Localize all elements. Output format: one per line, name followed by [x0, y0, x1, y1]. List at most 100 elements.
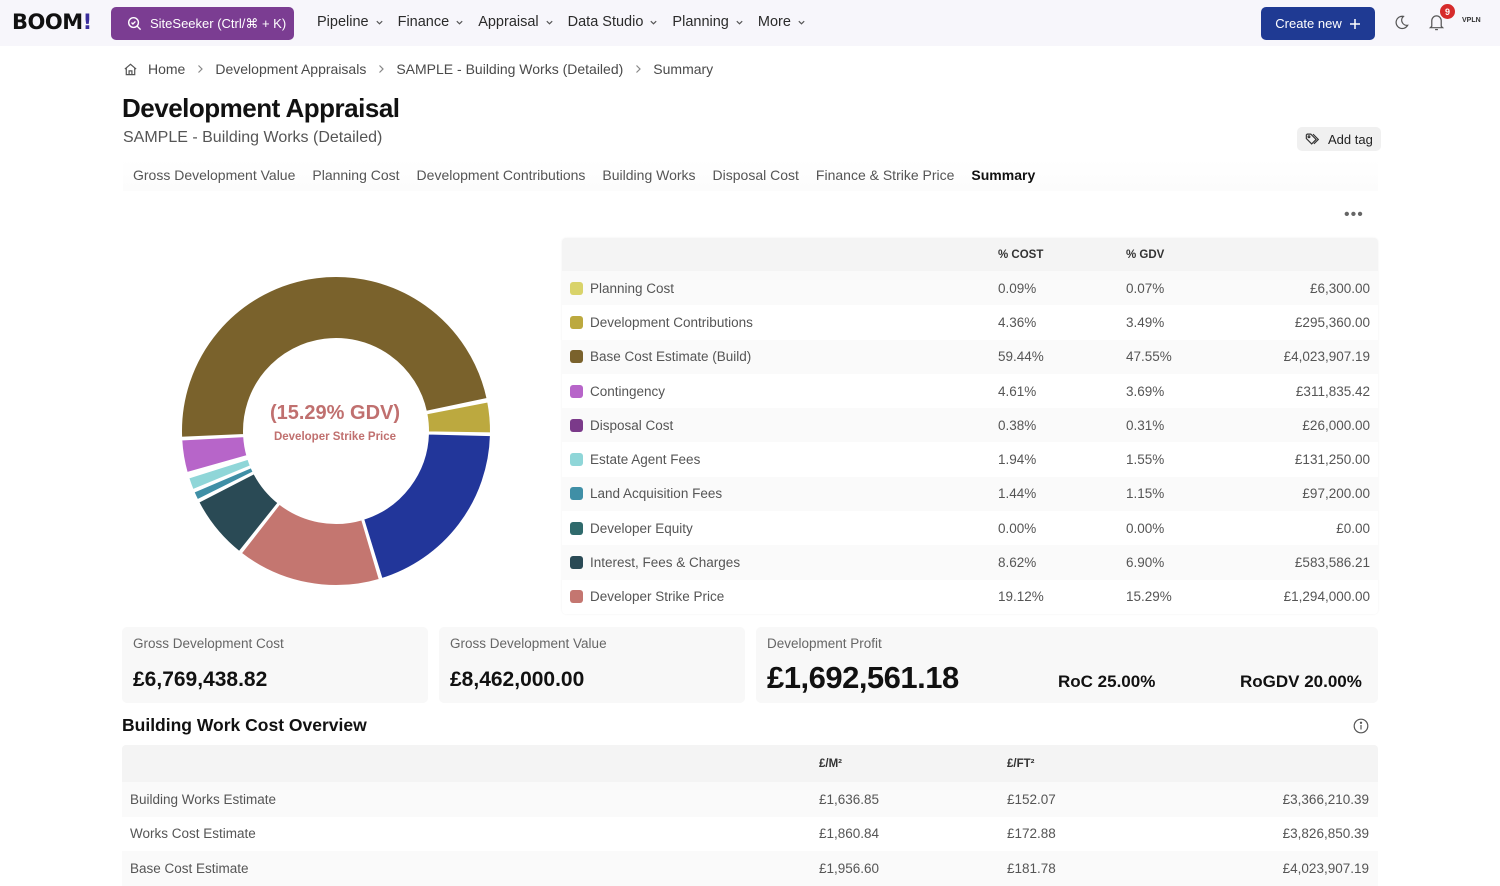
moon-icon[interactable] [1393, 14, 1410, 31]
row-value: £295,360.00 [1294, 314, 1370, 330]
table-row[interactable]: Contingency 4.61% 3.69% £311,835.42 [562, 374, 1378, 408]
row-per-ft2: £172.88 [1007, 826, 1056, 842]
row-name-cell: Interest, Fees & Charges [562, 555, 998, 570]
row-name-cell: Land Acquisition Fees [562, 486, 998, 501]
gdv-label: Gross Development Value [450, 636, 607, 651]
table-row[interactable]: Land Acquisition Fees 1.44% 1.15% £97,200.0… [562, 476, 1378, 512]
page-subtitle: SAMPLE - Building Works (Detailed) [123, 129, 383, 146]
table-row[interactable]: Development Contributions 4.36% 3.49% £295,… [562, 305, 1378, 339]
tab-building-works[interactable]: Building Works [602, 167, 695, 183]
boom-logo[interactable]: BOOM! [12, 10, 92, 34]
row-value: £583,586.21 [1294, 555, 1370, 571]
row-name: Disposal Cost [590, 417, 674, 433]
row-value: £26,000.00 [1302, 417, 1370, 433]
row-name: Works Cost Estimate [130, 826, 256, 842]
row-value: £6,300.00 [1309, 280, 1370, 296]
breadcrumb-sample[interactable]: SAMPLE - Building Works (Detailed) [396, 61, 623, 77]
row-name: Interest, Fees & Charges [590, 555, 741, 571]
tab-planning-cost[interactable]: Planning Cost [312, 167, 399, 183]
row-name: Planning Cost [590, 280, 675, 296]
legend-swatch [570, 556, 583, 570]
table-row[interactable]: Base Cost Estimate £1,956.60 £181.78 £4,023… [122, 851, 1378, 886]
siteseeker-button[interactable]: SiteSeeker (Ctrl/⌘ + K) [111, 7, 294, 40]
chevron-down-icon [650, 20, 658, 25]
legend-swatch [570, 315, 583, 329]
table-row[interactable]: Works Cost Estimate £1,860.84 £172.88 £3,82… [122, 817, 1378, 852]
row-value: £4,023,907.19 [1283, 349, 1370, 365]
chevron-down-icon [736, 20, 743, 25]
nav-planning[interactable]: Planning [672, 14, 743, 30]
row-name-cell: Base Cost Estimate (Build) [562, 349, 998, 364]
nav-data-studio[interactable]: Data Studio [568, 14, 659, 30]
nav-more[interactable]: More [758, 14, 806, 30]
row-total: £3,366,210.39 [1282, 791, 1369, 807]
row-cost-percent: 59.44% [998, 349, 1044, 365]
chevron-right-icon [379, 65, 385, 73]
row-name-cell: Disposal Cost [562, 418, 998, 433]
row-cost-percent: 8.62% [998, 555, 1037, 571]
plus-icon [1349, 18, 1360, 29]
tab-summary[interactable]: Summary [971, 167, 1035, 183]
donut-center-value: (15.29% GDV) [269, 402, 401, 424]
legend-swatch [570, 590, 583, 604]
col-per-m2: £/M² [819, 757, 842, 770]
table-row[interactable]: Base Cost Estimate (Build) 59.44% 47.55% £4… [562, 339, 1378, 374]
create-new-button[interactable]: Create new [1261, 7, 1375, 40]
gdv-card: Gross Development Value £8,462,000.00 [439, 627, 745, 703]
row-name: Base Cost Estimate [130, 860, 249, 876]
search-icon [127, 16, 142, 31]
row-gdv-percent: 3.49% [1126, 314, 1165, 330]
donut-segment-unlisted[interactable] [361, 432, 492, 581]
table-header: £/M² £/FT² [122, 745, 1378, 782]
row-name-cell: Estate Agent Fees [562, 452, 998, 467]
row-per-m2: £1,860.84 [819, 826, 880, 842]
col-per-ft2: £/FT² [1007, 757, 1035, 770]
chevron-right-icon [636, 65, 642, 73]
breadcrumb-home[interactable]: Home [148, 61, 185, 77]
row-name-cell: Planning Cost [562, 281, 998, 296]
row-gdv-percent: 47.55% [1126, 349, 1172, 365]
create-new-label: Create new [1275, 16, 1342, 31]
tab-finance-strike-price[interactable]: Finance & Strike Price [816, 167, 955, 183]
gdc-value: £6,769,438.82 [133, 668, 268, 691]
table-row[interactable]: Estate Agent Fees 1.94% 1.55% £131,250.00 [562, 442, 1378, 476]
table-row[interactable]: Planning Cost 0.09% 0.07% £6,300.00 [562, 271, 1378, 306]
cost-breakdown-table: % COST % GDV Planning Cost 0.09% 0.07% £6,3… [562, 238, 1378, 614]
table-row[interactable]: Developer Equity 0.00% 0.00% £0.00 [562, 511, 1378, 545]
row-gdv-percent: 6.90% [1126, 555, 1165, 571]
row-gdv-percent: 1.15% [1126, 486, 1165, 502]
row-gdv-percent: 0.31% [1126, 417, 1165, 433]
row-value: £311,835.42 [1295, 383, 1370, 399]
row-gdv-percent: 0.07% [1126, 280, 1165, 296]
table-row[interactable]: Disposal Cost 0.38% 0.31% £26,000.00 [562, 408, 1378, 443]
tab-disposal-cost[interactable]: Disposal Cost [713, 167, 799, 183]
row-per-m2: £1,636.85 [819, 791, 880, 807]
nav-pipeline[interactable]: Pipeline [317, 14, 384, 30]
more-options-icon[interactable]: ••• [1344, 206, 1364, 224]
row-cost-percent: 19.12% [998, 589, 1044, 605]
row-cost-percent: 1.44% [998, 486, 1037, 502]
table-row[interactable]: Building Works Estimate £1,636.85 £152.07 £… [122, 782, 1378, 817]
row-per-ft2: £181.78 [1007, 860, 1056, 876]
table-row[interactable]: Developer Strike Price 19.12% 15.29% £1,294… [562, 580, 1378, 614]
breadcrumb: Home Development Appraisals SAMPLE - Bui… [123, 61, 713, 77]
user-avatar[interactable]: VPLN [1462, 17, 1481, 24]
add-tag-button[interactable]: Add tag [1297, 127, 1381, 151]
tab-gross-development-value[interactable]: Gross Development Value [133, 167, 295, 183]
table-row[interactable]: Interest, Fees & Charges 8.62% 6.90% £583,5… [562, 545, 1378, 580]
breadcrumb-development-appraisals[interactable]: Development Appraisals [215, 61, 366, 77]
info-icon[interactable] [1353, 718, 1369, 734]
row-name-cell: Contingency [562, 384, 998, 399]
nav-finance[interactable]: Finance [398, 14, 465, 30]
home-icon[interactable] [123, 62, 138, 77]
legend-swatch [570, 487, 583, 501]
row-name: Development Contributions [590, 314, 753, 330]
nav-appraisal[interactable]: Appraisal [478, 14, 553, 30]
legend-swatch [570, 453, 583, 467]
legend-swatch [570, 418, 583, 432]
nav-label: More [757, 14, 791, 30]
gdc-card: Gross Development Cost £6,769,438.82 [122, 627, 428, 703]
tab-development-contributions[interactable]: Development Contributions [417, 167, 586, 183]
row-cost-percent: 0.09% [998, 280, 1037, 296]
siteseeker-label: SiteSeeker (Ctrl/⌘ + K) [150, 15, 287, 31]
